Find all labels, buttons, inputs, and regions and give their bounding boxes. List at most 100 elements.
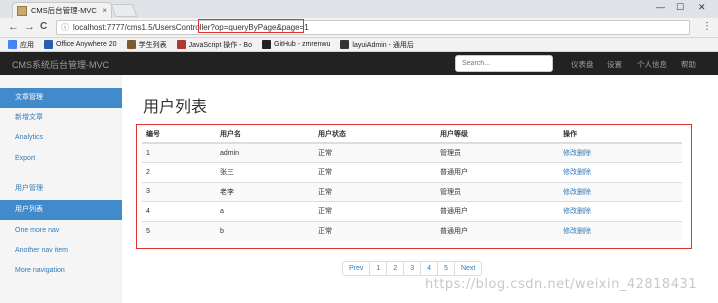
page-icon	[340, 40, 350, 49]
sidebar: 文章管理 新增文章 Analytics Export 用户管理 用户列表 One…	[0, 75, 122, 303]
bookmark-label: layuiAdmin - 通用后	[352, 41, 414, 49]
table-cell: 5	[142, 220, 216, 241]
table-row: 1 admin 正常 管理员 修改删除	[142, 142, 682, 163]
pagination-page[interactable]: 3	[403, 261, 422, 276]
browser-menu-icon[interactable]: ⋮	[702, 21, 712, 32]
actions-cell: 修改删除	[559, 181, 682, 202]
column-header-actions: 操作	[559, 126, 682, 144]
actions-cell: 修改删除	[559, 201, 682, 221]
close-tab-icon[interactable]: ×	[102, 6, 107, 15]
tab-title: CMS后台管理-MVC	[31, 6, 97, 15]
office-icon	[44, 40, 53, 49]
table-cell: a	[216, 201, 314, 221]
pagination-prev[interactable]: Prev	[342, 261, 371, 276]
bookmarks-bar: 应用 Office Anywhere 20 学生列表 JavaScript 操作 - …	[0, 38, 718, 52]
sidebar-item-another-nav[interactable]: Another nav item	[0, 241, 122, 261]
app-navbar: CMS系统后台管理-MVC 仪表盘 设置 个人信息 帮助	[0, 52, 718, 75]
browser-tab-bar: CMS后台管理-MVC × — ☐ ✕	[0, 0, 718, 18]
table-header-row: 编号 用户名 用户状态 用户等级 操作	[142, 126, 682, 144]
nav-settings-link[interactable]: 设置	[607, 59, 622, 70]
table-cell: 2	[142, 162, 216, 182]
actions-cell: 修改删除	[559, 142, 682, 163]
bookmark-item[interactable]: JavaScript 操作 - Bo	[176, 40, 252, 50]
sidebar-item-user-list[interactable]: 用户列表	[0, 200, 122, 220]
reload-icon[interactable]: C	[40, 21, 47, 32]
table-cell: 管理员	[436, 142, 559, 163]
forward-arrow-icon[interactable]: →	[24, 21, 35, 33]
address-bar: ← → C ⓘ localhost:7777/cms1.5/UsersContr…	[0, 18, 718, 38]
new-tab-button[interactable]	[110, 4, 138, 17]
pagination-page[interactable]: 4	[420, 261, 439, 276]
bookmark-label: 应用	[20, 41, 34, 49]
actions-cell: 修改删除	[559, 220, 682, 241]
table-row: 3 老李 正常 管理员 修改删除	[142, 181, 682, 202]
sidebar-item-article-management[interactable]: 文章管理	[0, 88, 122, 108]
column-header-username: 用户名	[216, 126, 314, 144]
sidebar-item-analytics[interactable]: Analytics	[0, 128, 122, 148]
sidebar-item-user-management[interactable]: 用户管理	[0, 179, 122, 199]
edit-delete-link[interactable]: 修改删除	[563, 228, 591, 235]
table-cell: 正常	[314, 181, 436, 202]
table-cell: 老李	[216, 181, 314, 202]
column-header-level: 用户等级	[436, 126, 559, 144]
table-cell: 正常	[314, 142, 436, 163]
apps-grid-icon	[8, 40, 17, 49]
table-cell: b	[216, 220, 314, 241]
nav-dashboard-link[interactable]: 仪表盘	[571, 59, 594, 70]
bookmark-item[interactable]: GitHub - zmrenwu	[262, 40, 330, 49]
pagination-page[interactable]: 2	[386, 261, 405, 276]
table-cell: 普通用户	[436, 201, 559, 221]
maximize-icon[interactable]: ☐	[676, 2, 684, 13]
bookmark-item[interactable]: 应用	[8, 40, 34, 50]
table-cell: 普通用户	[436, 162, 559, 182]
bookmark-label: Office Anywhere 20	[56, 41, 117, 48]
page-icon	[126, 40, 136, 49]
pagination-next[interactable]: Next	[453, 261, 483, 276]
bookmark-item[interactable]: 学生列表	[126, 40, 167, 50]
column-header-id: 编号	[142, 126, 216, 144]
sidebar-item-new-article[interactable]: 新增文章	[0, 108, 122, 128]
github-icon	[262, 40, 271, 49]
page-icon	[176, 40, 186, 49]
table-cell: 普通用户	[436, 220, 559, 241]
edit-delete-link[interactable]: 修改删除	[563, 169, 591, 176]
search-input[interactable]	[455, 55, 553, 72]
pagination-page[interactable]: 1	[369, 261, 388, 276]
table-cell: 1	[142, 142, 216, 163]
pagination: Prev 1 2 3 4 5 Next	[342, 261, 483, 276]
bookmark-item[interactable]: Office Anywhere 20	[44, 40, 117, 49]
url-input[interactable]: ⓘ localhost:7777/cms1.5/UsersController?…	[56, 20, 690, 35]
table-row: 2 张三 正常 普通用户 修改删除	[142, 162, 682, 182]
table-row: 4 a 正常 普通用户 修改删除	[142, 201, 682, 221]
bookmark-label: JavaScript 操作 - Bo	[188, 41, 252, 49]
page-title: 用户列表	[143, 99, 208, 116]
brand-title[interactable]: CMS系统后台管理-MVC	[12, 58, 109, 71]
favicon-icon	[17, 5, 27, 16]
watermark-text: https://blog.csdn.net/weixin_42818431	[425, 277, 698, 292]
edit-delete-link[interactable]: 修改删除	[563, 208, 591, 215]
table-cell: 张三	[216, 162, 314, 182]
pagination-page[interactable]: 5	[437, 261, 455, 276]
column-header-status: 用户状态	[314, 126, 436, 144]
bookmark-item[interactable]: layuiAdmin - 通用后	[340, 40, 414, 50]
edit-delete-link[interactable]: 修改删除	[563, 150, 591, 157]
table-cell: admin	[216, 142, 314, 163]
nav-help-link[interactable]: 帮助	[681, 59, 696, 70]
back-arrow-icon[interactable]: ←	[8, 21, 19, 33]
edit-delete-link[interactable]: 修改删除	[563, 189, 591, 196]
sidebar-item-one-more-nav[interactable]: One more nav	[0, 221, 122, 241]
minimize-icon[interactable]: —	[656, 2, 665, 12]
nav-profile-link[interactable]: 个人信息	[637, 59, 667, 70]
browser-tab[interactable]: CMS后台管理-MVC ×	[12, 2, 112, 18]
bookmark-label: 学生列表	[138, 41, 167, 49]
sidebar-item-more-navigation[interactable]: More navigation	[0, 261, 122, 281]
users-table: 编号 用户名 用户状态 用户等级 操作 1 admin 正常 管理员 修改删除 2 张三 正常…	[142, 126, 682, 241]
table-cell: 管理员	[436, 181, 559, 202]
sidebar-item-export[interactable]: Export	[0, 149, 122, 169]
table-cell: 3	[142, 181, 216, 202]
page-info-icon[interactable]: ⓘ	[61, 22, 69, 33]
table-cell: 正常	[314, 220, 436, 241]
window-close-icon[interactable]: ✕	[698, 2, 706, 13]
table-body: 1 admin 正常 管理员 修改删除 2 张三 正常 普通用户 修改删除 3 老李 正常 管理员 修改删除…	[142, 142, 682, 241]
url-query-highlight	[198, 19, 304, 33]
